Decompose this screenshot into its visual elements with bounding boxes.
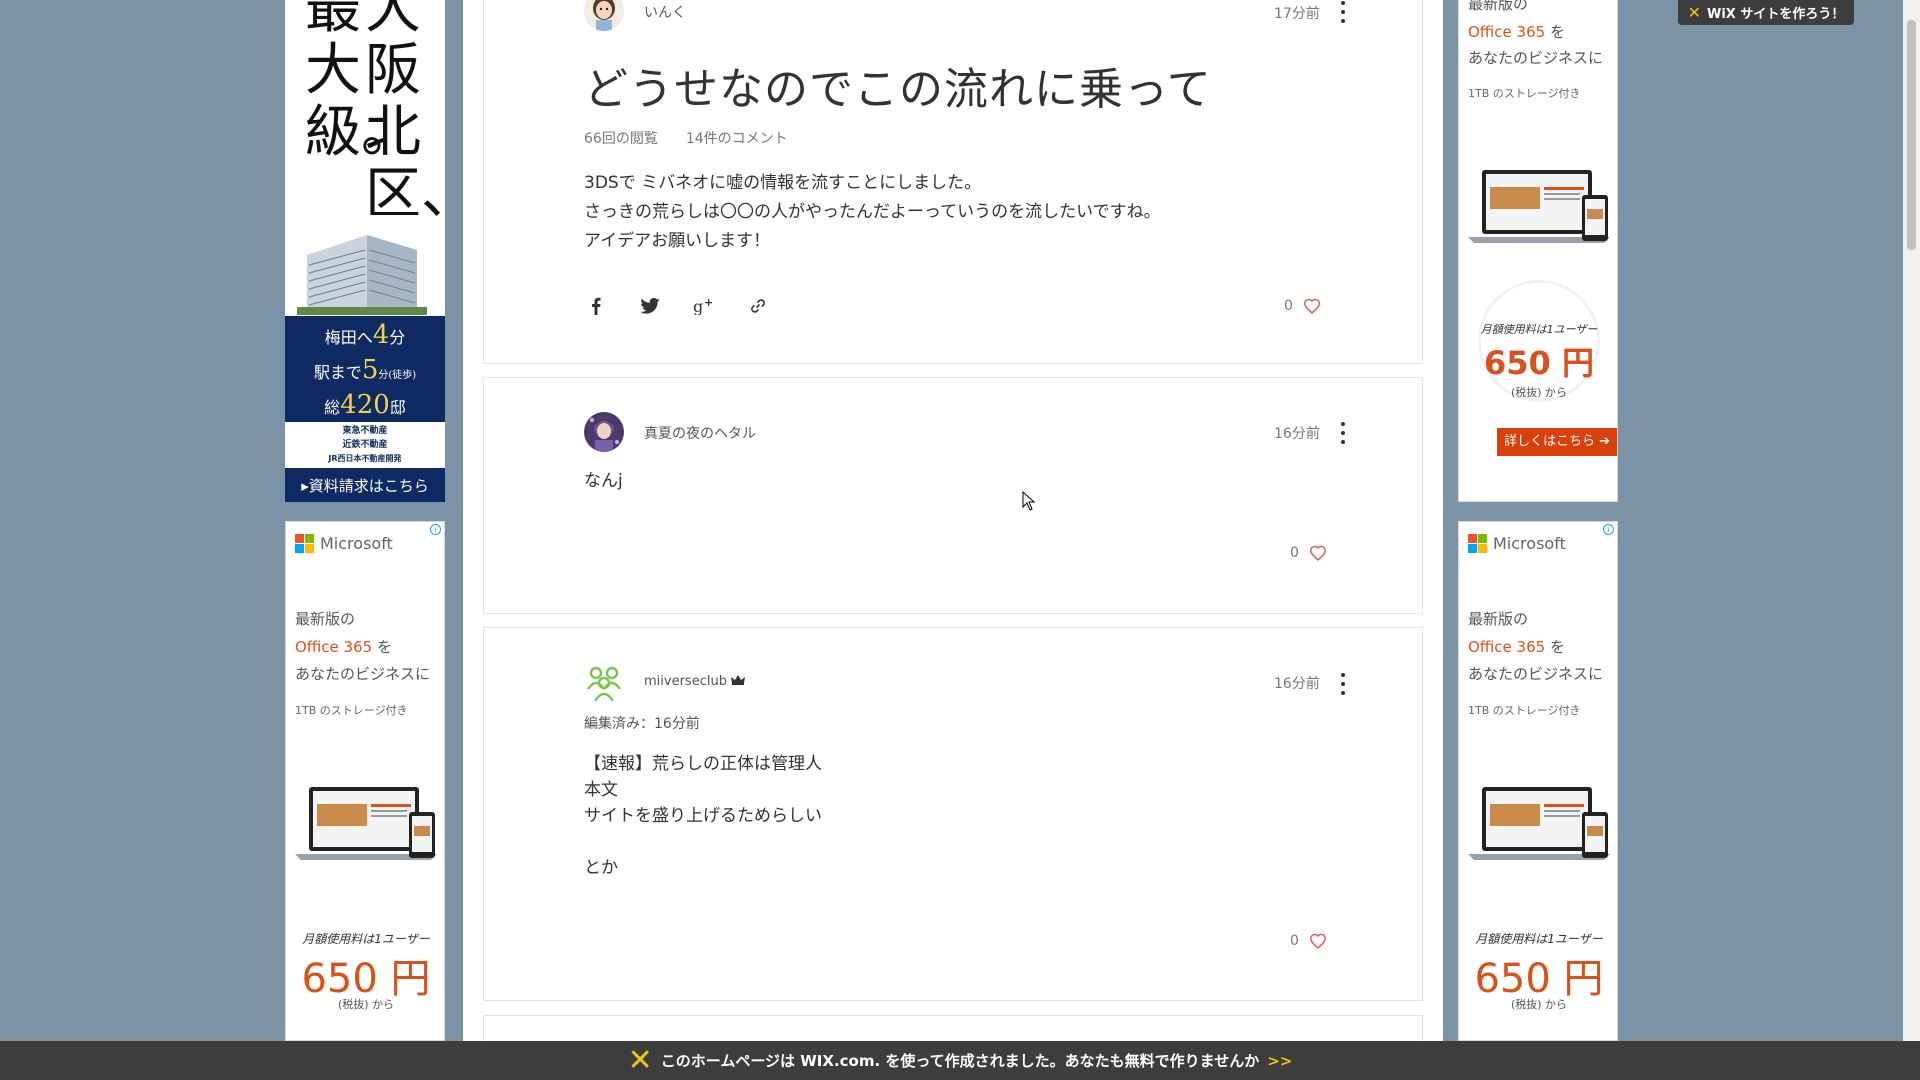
forum-thread: いんく 17分前 どうせなのでこの流れに乗って 66回の閲覧 14件のコメント … xyxy=(463,0,1443,1080)
google-plus-icon[interactable]: g + xyxy=(692,294,716,318)
wix-banner-text: このホームページは WIX.com. を使って作成されました。あなたも無料で作り… xyxy=(660,1052,1260,1070)
scrollbar-thumb[interactable] xyxy=(1907,20,1916,250)
microsoft-logo: Microsoft xyxy=(1468,534,1566,553)
ad-ms-storage: 1TB のストレージ付き xyxy=(1468,87,1581,100)
link-icon[interactable] xyxy=(746,294,770,318)
post-likes: 0 xyxy=(1284,298,1321,314)
building-image xyxy=(297,215,427,315)
comment-body: 【速報】荒らしの正体は管理人 本文 サイトを盛り上げるためらしい とか xyxy=(584,754,822,878)
ad-osaka-sponsor-logos: 東急不動産 近鉄不動産 JR西日本不動産開発 xyxy=(285,422,445,468)
ad-info-icon[interactable]: i xyxy=(430,524,441,535)
share-bar: g + xyxy=(584,294,770,318)
comment-likes: 0 xyxy=(1290,545,1327,561)
more-options-icon[interactable] xyxy=(1340,1,1346,23)
avatar-image xyxy=(584,0,624,31)
comment-card: 真夏の夜のヘタル 16分前 なんj 0 xyxy=(483,377,1423,614)
ad-microsoft-right-top[interactable]: 最新版の Office 365 を あなたのビジネスに 1TB のストレージ付き… xyxy=(1458,0,1618,502)
wix-create-site-badge[interactable]: ✕ WiX サイトを作ろう！ xyxy=(1678,0,1854,25)
svg-text:g: g xyxy=(693,297,703,315)
ad-ms-price-label: 月額使用料は1ユーザー xyxy=(302,932,430,946)
post-body: 3DSで ミバネオに嘘の情報を流すことにしました。 さっきの荒らしは〇〇の人がや… xyxy=(584,173,1161,251)
heart-icon[interactable] xyxy=(1303,298,1321,314)
microsoft-squares-icon xyxy=(1468,534,1487,553)
wix-footer-banner[interactable]: ✕ このホームページは WIX.com. を使って作成されました。あなたも無料で… xyxy=(0,1041,1920,1080)
laptop-image xyxy=(1468,787,1610,860)
comment-author[interactable]: 真夏の夜のヘタル xyxy=(644,423,756,443)
ad-ms-line3: あなたのビジネスに xyxy=(1468,665,1604,683)
like-count: 0 xyxy=(1290,545,1299,561)
avatar[interactable] xyxy=(584,412,624,452)
comment-timestamp: 16分前 xyxy=(1274,676,1320,692)
ad-microsoft-right[interactable]: i Microsoft 最新版の Office 365 を あなたのビジネスに … xyxy=(1458,521,1618,1041)
avatar-image xyxy=(584,412,624,452)
post-card: いんく 17分前 どうせなのでこの流れに乗って 66回の閲覧 14件のコメント … xyxy=(483,0,1423,364)
ad-ms-tax: (税抜) から xyxy=(1510,998,1568,1011)
ad-osaka-headline-area: 最大級。 大阪北区、 xyxy=(285,0,445,316)
wix-x-icon: ✕ xyxy=(1687,3,1702,22)
wix-banner-arrows: >> xyxy=(1267,1051,1293,1070)
ad-ms-storage: 1TB のストレージ付き xyxy=(295,704,408,717)
ad-ms-line2: Office 365 を xyxy=(1468,23,1565,41)
ad-ms-line2: Office 365 を xyxy=(1468,638,1565,656)
comment-body: なんj xyxy=(584,471,623,491)
comment-author[interactable]: miiverseclub xyxy=(644,674,746,689)
avatar-image xyxy=(584,663,624,703)
avatar[interactable] xyxy=(584,0,624,31)
ad-ms-cta-button[interactable]: 詳しくはこちら ➔ xyxy=(1497,428,1617,456)
microsoft-squares-icon xyxy=(295,534,314,553)
svg-text:+: + xyxy=(704,297,713,309)
post-author[interactable]: いんく xyxy=(644,2,686,22)
heart-icon[interactable] xyxy=(1309,545,1327,561)
ad-ms-price-label: 月額使用料は1ユーザー xyxy=(1475,932,1603,946)
ad-osaka-row-umeda: 梅田へ4分 xyxy=(324,320,406,350)
ad-osaka-row-station: 駅まで5分(徒歩) xyxy=(313,355,417,385)
wix-x-icon: ✕ xyxy=(627,1043,653,1078)
heart-icon[interactable] xyxy=(1309,933,1327,949)
comment-timestamp: 16分前 xyxy=(1274,426,1320,442)
post-title: どうせなのでこの流れに乗って xyxy=(584,64,1212,115)
microsoft-logo: Microsoft xyxy=(295,534,393,553)
more-options-icon[interactable] xyxy=(1340,673,1346,695)
crown-icon xyxy=(731,675,746,685)
ad-osaka-cta[interactable]: ▸資料請求はこちら xyxy=(285,470,445,502)
ad-ms-price-label: 月額使用料は1ユーザー xyxy=(1480,323,1598,336)
more-options-icon[interactable] xyxy=(1340,422,1346,444)
twitter-icon[interactable] xyxy=(638,294,662,318)
comment-likes: 0 xyxy=(1290,933,1327,949)
facebook-icon[interactable] xyxy=(584,294,608,318)
comment-count: 14件のコメント xyxy=(685,131,788,147)
ad-osaka-headline-col2: 大阪北区、 xyxy=(365,0,445,227)
ad-ms-line1: 最新版の xyxy=(1468,610,1529,628)
like-count: 0 xyxy=(1284,298,1293,314)
ad-osaka-headline-col1: 最大級。 xyxy=(305,0,417,165)
ad-osaka-real-estate[interactable]: 最大級。 大阪北区、 梅田へ4分 駅まで5分(徒歩) 総420邸 東急不動産 近… xyxy=(285,0,445,502)
ad-info-icon[interactable]: i xyxy=(1603,524,1614,535)
laptop-image xyxy=(1468,170,1610,243)
ad-ms-price: 650 円 xyxy=(1484,344,1594,382)
ad-ms-line1: 最新版の xyxy=(1468,0,1529,13)
ad-ms-tax: (税抜) から xyxy=(337,998,395,1011)
ad-ms-line1: 最新版の xyxy=(295,610,356,628)
ad-ms-line2: Office 365 を xyxy=(295,638,392,656)
ad-ms-line3: あなたのビジネスに xyxy=(295,665,431,683)
edited-label: 編集済み：16分前 xyxy=(584,716,700,732)
view-count: 66回の閲覧 xyxy=(584,131,658,147)
mouse-cursor-icon xyxy=(1022,491,1036,511)
comment-card: miiverseclub 16分前 編集済み：16分前 【速報】荒らしの正体は管… xyxy=(483,627,1423,1001)
ad-osaka-row-units: 総420邸 xyxy=(324,390,406,420)
post-timestamp: 17分前 xyxy=(1274,6,1320,22)
laptop-image xyxy=(295,787,437,860)
ad-ms-line3: あなたのビジネスに xyxy=(1468,49,1604,67)
like-count: 0 xyxy=(1290,933,1299,949)
ad-microsoft-left[interactable]: i Microsoft 最新版の Office 365 を あなたのビジネスに … xyxy=(285,521,445,1041)
avatar[interactable] xyxy=(584,663,624,703)
scrollbar[interactable] xyxy=(1903,0,1920,1041)
post-stats: 66回の閲覧 14件のコメント xyxy=(584,128,788,148)
ad-ms-storage: 1TB のストレージ付き xyxy=(1468,704,1581,717)
ad-ms-tax: (税抜) から xyxy=(1510,386,1568,399)
